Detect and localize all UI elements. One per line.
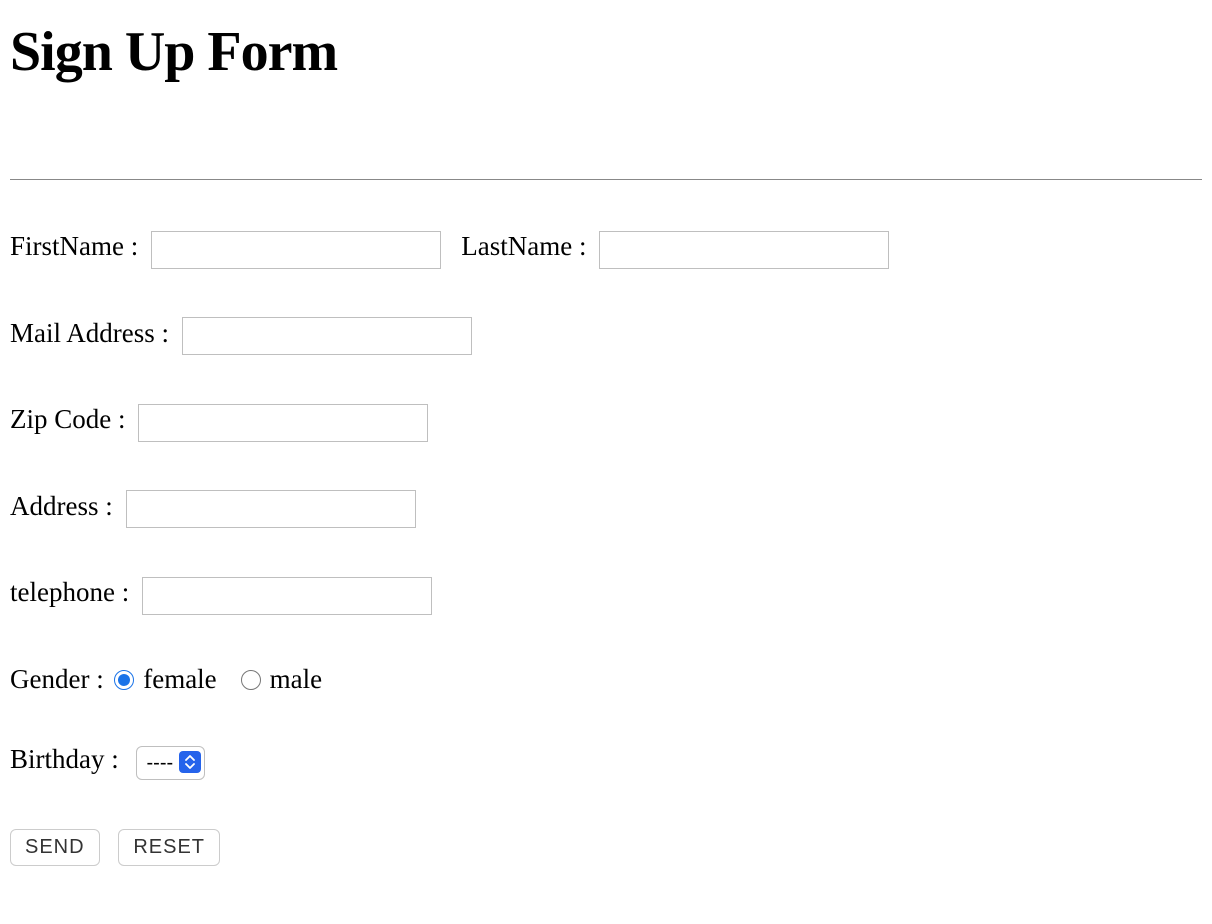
send-button[interactable]: SEND	[10, 829, 100, 866]
gender-male-radio[interactable]	[241, 670, 261, 690]
lastname-label: LastName :	[461, 231, 586, 261]
birthday-select[interactable]: ----	[136, 746, 205, 780]
zip-label: Zip Code :	[10, 404, 126, 434]
firstname-label: FirstName :	[10, 231, 138, 261]
gender-label: Gender :	[10, 664, 104, 694]
mail-label: Mail Address :	[10, 318, 169, 348]
gender-male-text: male	[270, 664, 322, 694]
birthday-label: Birthday :	[10, 744, 119, 774]
telephone-label: telephone :	[10, 577, 129, 607]
mail-input[interactable]	[182, 317, 472, 355]
gender-female-radio[interactable]	[114, 670, 134, 690]
lastname-input[interactable]	[599, 231, 889, 269]
reset-button[interactable]: RESET	[118, 829, 220, 866]
zip-input[interactable]	[138, 404, 428, 442]
telephone-input[interactable]	[142, 577, 432, 615]
address-label: Address :	[10, 491, 113, 521]
address-input[interactable]	[126, 490, 416, 528]
firstname-input[interactable]	[151, 231, 441, 269]
signup-form: FirstName : LastName : Mail Address : Zi…	[10, 230, 1202, 866]
page-title: Sign Up Form	[10, 20, 1202, 84]
divider	[10, 179, 1202, 180]
gender-female-text: female	[143, 664, 216, 694]
